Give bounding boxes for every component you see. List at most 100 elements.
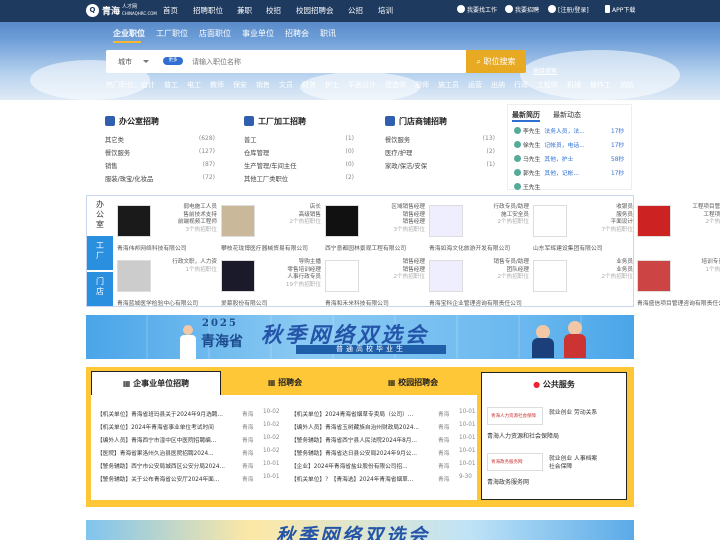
job-link[interactable]: 弱电施工人员 <box>159 204 217 212</box>
more-jobs-link[interactable]: 2个热招职位 <box>471 274 529 282</box>
hot-job-link[interactable]: 工程师 <box>537 81 558 89</box>
resume-row[interactable]: 马先生 其他，护士 58秒 <box>514 154 629 163</box>
tab-factory[interactable]: 工厂职位 <box>156 28 188 39</box>
company-card[interactable]: 区域销售经理 销售经理 销售经理 3个热招职位 西宁意都园林景观工程有限公司 <box>323 199 427 252</box>
recruit-row[interactable]: 【警务辅助】青海省达日县公安局2024年9月公... 青海 10-01 <box>291 448 476 459</box>
hot-job-link[interactable]: 操作工 <box>590 81 611 89</box>
category-item[interactable]: 餐饮服务 <box>105 148 130 157</box>
search-input[interactable] <box>192 53 462 70</box>
hot-job-link[interactable]: 护士 <box>325 81 339 89</box>
tab-jobfair-list[interactable]: ▦ 招聘会 <box>221 371 349 395</box>
nav-home[interactable]: 首页 <box>163 5 178 16</box>
recruit-row[interactable]: 【企业】2024年青海省盐业股份有限公司招... 青海 10-01 <box>291 461 476 472</box>
recruit-row[interactable]: 【机关单位】2024青海省烟草专卖局（公司）... 青海 10-01 <box>291 409 476 420</box>
recruit-row[interactable]: 【医院】青海省果洛州久治县医院招聘2024... 青海 10-02 <box>97 448 282 459</box>
autumn-fair-banner-2[interactable]: 秋季网络双选会 <box>86 520 634 540</box>
nav-parttime[interactable]: 兼职 <box>237 5 252 16</box>
category-item[interactable]: 仓库管理 <box>244 148 269 157</box>
category-item[interactable]: 医疗/护理 <box>385 148 412 157</box>
category-item[interactable]: 销售 <box>105 161 118 170</box>
company-card[interactable]: 店长 高级销售 2个热招职位 攀枝花珑博医疗器械贸易有限公司 <box>219 199 323 252</box>
city-select[interactable]: 城市 <box>118 57 132 67</box>
public-service-name[interactable]: 青海政务服务网 <box>487 477 529 486</box>
more-jobs-link[interactable]: 2个热招职位 <box>471 219 529 227</box>
recruit-row[interactable]: 【编外人员】青海西宁市湟中区中医院招聘编... 青海 10-02 <box>97 435 282 446</box>
company-card[interactable]: 弱电施工人员 售前技术支持 前端视频工程师 3个热招职位 青海伟邦网络科技有限公司 <box>115 199 219 252</box>
recruit-row[interactable]: 【机关单位】2024年青海省事业单位考试时间 青海 10-02 <box>97 422 282 433</box>
job-link[interactable]: 前端视频工程师 <box>159 219 217 227</box>
login-link[interactable]: [注册/登录] <box>548 5 589 14</box>
category-item[interactable]: 餐饮服务 <box>385 135 410 144</box>
company-name[interactable]: 青海宝科企业管理咨询有限责任公司 <box>429 298 531 307</box>
nav-public-recruit[interactable]: 公招 <box>348 5 363 16</box>
tab-store[interactable]: 店面职位 <box>199 28 231 39</box>
job-link[interactable]: 销售专员/助理 <box>471 259 529 267</box>
hot-job-link[interactable]: 机械 <box>567 81 581 89</box>
nav-campus[interactable]: 校招 <box>266 5 281 16</box>
tab-jobfair[interactable]: 招聘会 <box>285 28 309 39</box>
tab-enterprise[interactable]: 企业职位 <box>113 28 145 39</box>
category-item[interactable]: 普工 <box>244 135 257 144</box>
more-jobs-link[interactable]: 3个热招职位 <box>367 227 425 235</box>
hire-link[interactable]: 我要招聘 <box>505 5 539 14</box>
company-card[interactable]: 导购主播 零售培训经理 人事行政专员 19个热招职位 爱慕股份有限公司 <box>219 254 323 307</box>
company-card[interactable]: 销售经理 销售经理 2个热招职位 青海和禾米科技有限公司 <box>323 254 427 307</box>
job-link[interactable]: 区域销售经理 <box>367 204 425 212</box>
hot-job-link[interactable]: 文员 <box>279 81 293 89</box>
job-link[interactable]: 行政专员/助理 <box>471 204 529 212</box>
resume-row[interactable]: 王先生 <box>514 182 629 191</box>
more-jobs-link[interactable]: 2个热招职位 <box>367 274 425 282</box>
ent-tab-factory[interactable]: 工厂 <box>87 236 113 270</box>
job-link[interactable]: 销售经理 <box>367 219 425 227</box>
tab-latest-news[interactable]: 最新动态 <box>553 110 581 120</box>
ent-tab-office[interactable]: 办公室 <box>87 198 113 234</box>
job-link[interactable]: 销售经理 <box>367 212 425 220</box>
company-name[interactable]: 西宁意都园林景观工程有限公司 <box>325 243 427 252</box>
recruit-row[interactable]: 【编外人员】青海省玉树藏族自治州财政局2024... 青海 10-01 <box>291 422 476 433</box>
ent-tab-store[interactable]: 门店 <box>87 272 113 306</box>
hot-job-link[interactable]: 运营 <box>468 81 482 89</box>
company-name[interactable]: 青海和禾米科技有限公司 <box>325 298 427 307</box>
recruit-row[interactable]: 【警务辅助】关于公布青海省公安厅2024年面... 青海 10-01 <box>97 474 282 485</box>
company-card[interactable]: 销售专员/助理 团队经理 2个热招职位青海宝科企业管理咨询有限责任公司 <box>427 254 531 307</box>
hot-job-link[interactable]: 会计 <box>141 81 155 89</box>
hot-job-link[interactable]: 普工 <box>164 81 178 89</box>
resume-row[interactable]: 徐先生 记帐员，电话... 17秒 <box>514 140 629 149</box>
job-link[interactable]: 团队经理 <box>471 267 529 275</box>
job-link[interactable]: 工程项目管理 <box>679 212 720 220</box>
company-name[interactable]: 爱慕股份有限公司 <box>221 298 323 307</box>
job-link[interactable]: 行政文职，人力资 <box>159 259 217 267</box>
company-name[interactable]: 青海盛信项目管理咨询有限责任公司 <box>637 298 720 307</box>
more-jobs-link[interactable]: 2个热招职位 <box>679 219 720 227</box>
hot-job-link[interactable]: 建造师 <box>385 81 406 89</box>
advanced-search-link[interactable]: 高级搜索 <box>533 66 557 75</box>
nav-campus-fair[interactable]: 校园招聘会 <box>296 5 334 16</box>
find-job-link[interactable]: 我要找工作 <box>457 5 497 14</box>
job-link[interactable]: 售前技术支持 <box>159 212 217 220</box>
job-link[interactable]: 销售经理 <box>367 267 425 275</box>
company-card[interactable]: 业务员 业务员 2个热招职位 <box>531 254 635 306</box>
recruit-row[interactable]: 【机关单位】？【青海选】2024年青海省烟草... 青海 9-30 <box>291 474 476 485</box>
job-link[interactable]: 服务员 <box>575 212 633 220</box>
public-service-card[interactable]: 青海人力资源社会保障 就业创业 劳动关系 青海人力资源和社会保障局 <box>487 407 623 447</box>
more-jobs-link[interactable]: 19个热招职位 <box>263 282 321 290</box>
hot-job-link[interactable]: 财务 <box>302 81 316 89</box>
company-card[interactable]: 收银员 服务员 平面设计 7个热招职位 山东军辉建设集团有限公司 <box>531 199 635 252</box>
job-link[interactable]: 工程项目管理（企 <box>679 204 720 212</box>
more-jobs-link[interactable]: 1个热招职位 <box>679 267 720 275</box>
hot-job-link[interactable]: 保安 <box>233 81 247 89</box>
job-link[interactable]: 施工安全员 <box>471 212 529 220</box>
resume-row[interactable]: 李先生 法务人员，法... 17秒 <box>514 126 629 135</box>
hot-job-link[interactable]: 行政 <box>514 81 528 89</box>
category-item[interactable]: 家政/保洁/安保 <box>385 161 427 170</box>
hot-job-link[interactable]: 平面设计 <box>348 81 376 89</box>
search-button[interactable]: ⌕ 职位搜索 <box>466 50 526 73</box>
nav-training[interactable]: 培训 <box>378 5 393 16</box>
job-link[interactable]: 销售经理 <box>367 259 425 267</box>
company-card[interactable]: 行政文职，人力资 1个热招职位 青海蓝城医学检验中心有限公司 <box>115 254 219 307</box>
tab-institution-recruit[interactable]: ▦ 企事业单位招聘 <box>91 371 221 395</box>
company-name[interactable]: 攀枝花珑博医疗器械贸易有限公司 <box>221 243 323 252</box>
recruit-row[interactable]: 【机关单位】青海省班玛县关于2024年9月选聘... 青海 10-02 <box>97 409 282 420</box>
hot-job-link[interactable]: 厨师 <box>415 81 429 89</box>
company-card[interactable]: 培训专员/助理1个热招职位青海盛信项目管理咨询有限责任公司 <box>635 254 720 307</box>
